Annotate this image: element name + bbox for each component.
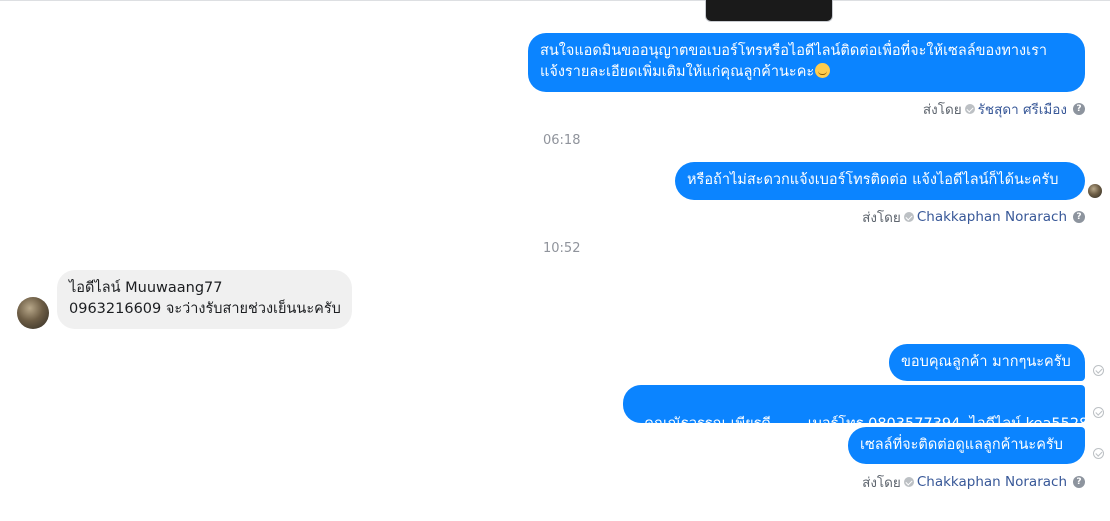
- outgoing-message-bubble[interactable]: หรือถ้าไม่สะดวกแจ้งเบอร์โทรติดต่อ แจ้งไอ…: [675, 162, 1085, 200]
- help-icon[interactable]: ?: [1073, 476, 1085, 488]
- seen-avatar: [1088, 184, 1102, 198]
- sent-by-label: ส่งโดย: [862, 210, 901, 226]
- contact-avatar[interactable]: [17, 297, 49, 329]
- message-text: ไอดีไลน์ Muuwaang77: [69, 280, 223, 296]
- sent-by-info: ส่งโดย รัชสุดา ศรีเมือง ?: [923, 98, 1085, 120]
- verified-icon: [964, 104, 975, 114]
- sent-by-label: ส่งโดย: [862, 475, 901, 491]
- message-text: ขอบคุณลูกค้า มากๆนะครับ: [901, 354, 1071, 370]
- sender-name[interactable]: Chakkaphan Norarach: [917, 209, 1067, 225]
- sent-by-label: ส่งโดย: [922, 102, 962, 118]
- sender-name[interactable]: รัชสุดา ศรีเมือง: [978, 98, 1067, 120]
- sent-status-icon: [1093, 407, 1104, 418]
- outgoing-message-bubble[interactable]: คุณณัฐวรรณ เพียรดี เบอร์โทร 0803577394 ไ…: [623, 385, 1088, 432]
- message-text: แจ้งรายละเอียดเพิ่มเติมให้แก่คุณลูกค้านะ…: [540, 62, 1073, 83]
- sent-status-icon: [1093, 365, 1104, 376]
- message-text: สนใจแอดมินขออนุญาตขอเบอร์โทรหรือไอดีไลน์…: [540, 43, 1048, 59]
- outgoing-message-bubble[interactable]: ขอบคุณลูกค้า มากๆนะครับ: [889, 344, 1085, 381]
- sent-by-info: ส่งโดย Chakkaphan Norarach ?: [862, 471, 1085, 493]
- outgoing-message-bubble[interactable]: เซลล์ที่จะติดต่อดูแลลูกค้านะครับ: [848, 427, 1085, 464]
- sender-name[interactable]: Chakkaphan Norarach: [917, 474, 1067, 490]
- timestamp: 10:52: [543, 241, 581, 256]
- help-icon[interactable]: ?: [1073, 103, 1085, 115]
- message-text: 0963216609 จะว่างรับสายช่วงเย็นนะครับ: [69, 301, 341, 317]
- timestamp: 06:18: [543, 133, 581, 148]
- sent-by-info: ส่งโดย Chakkaphan Norarach ?: [862, 206, 1085, 228]
- verified-icon: [903, 477, 914, 487]
- message-text: เซลล์ที่จะติดต่อดูแลลูกค้านะครับ: [860, 437, 1063, 453]
- top-divider: [0, 0, 1110, 1]
- outgoing-message-bubble[interactable]: สนใจแอดมินขออนุญาตขอเบอร์โทรหรือไอดีไลน์…: [528, 33, 1085, 92]
- help-icon[interactable]: ?: [1073, 211, 1085, 223]
- message-text: หรือถ้าไม่สะดวกแจ้งเบอร์โทรติดต่อ แจ้งไอ…: [687, 172, 1059, 188]
- incoming-message-bubble[interactable]: ไอดีไลน์ Muuwaang77 0963216609 จะว่างรับ…: [57, 270, 352, 329]
- verified-icon: [903, 212, 914, 222]
- sent-status-icon: [1093, 448, 1104, 459]
- shared-photo[interactable]: [705, 0, 833, 22]
- smiling-emoji-icon: [815, 63, 831, 78]
